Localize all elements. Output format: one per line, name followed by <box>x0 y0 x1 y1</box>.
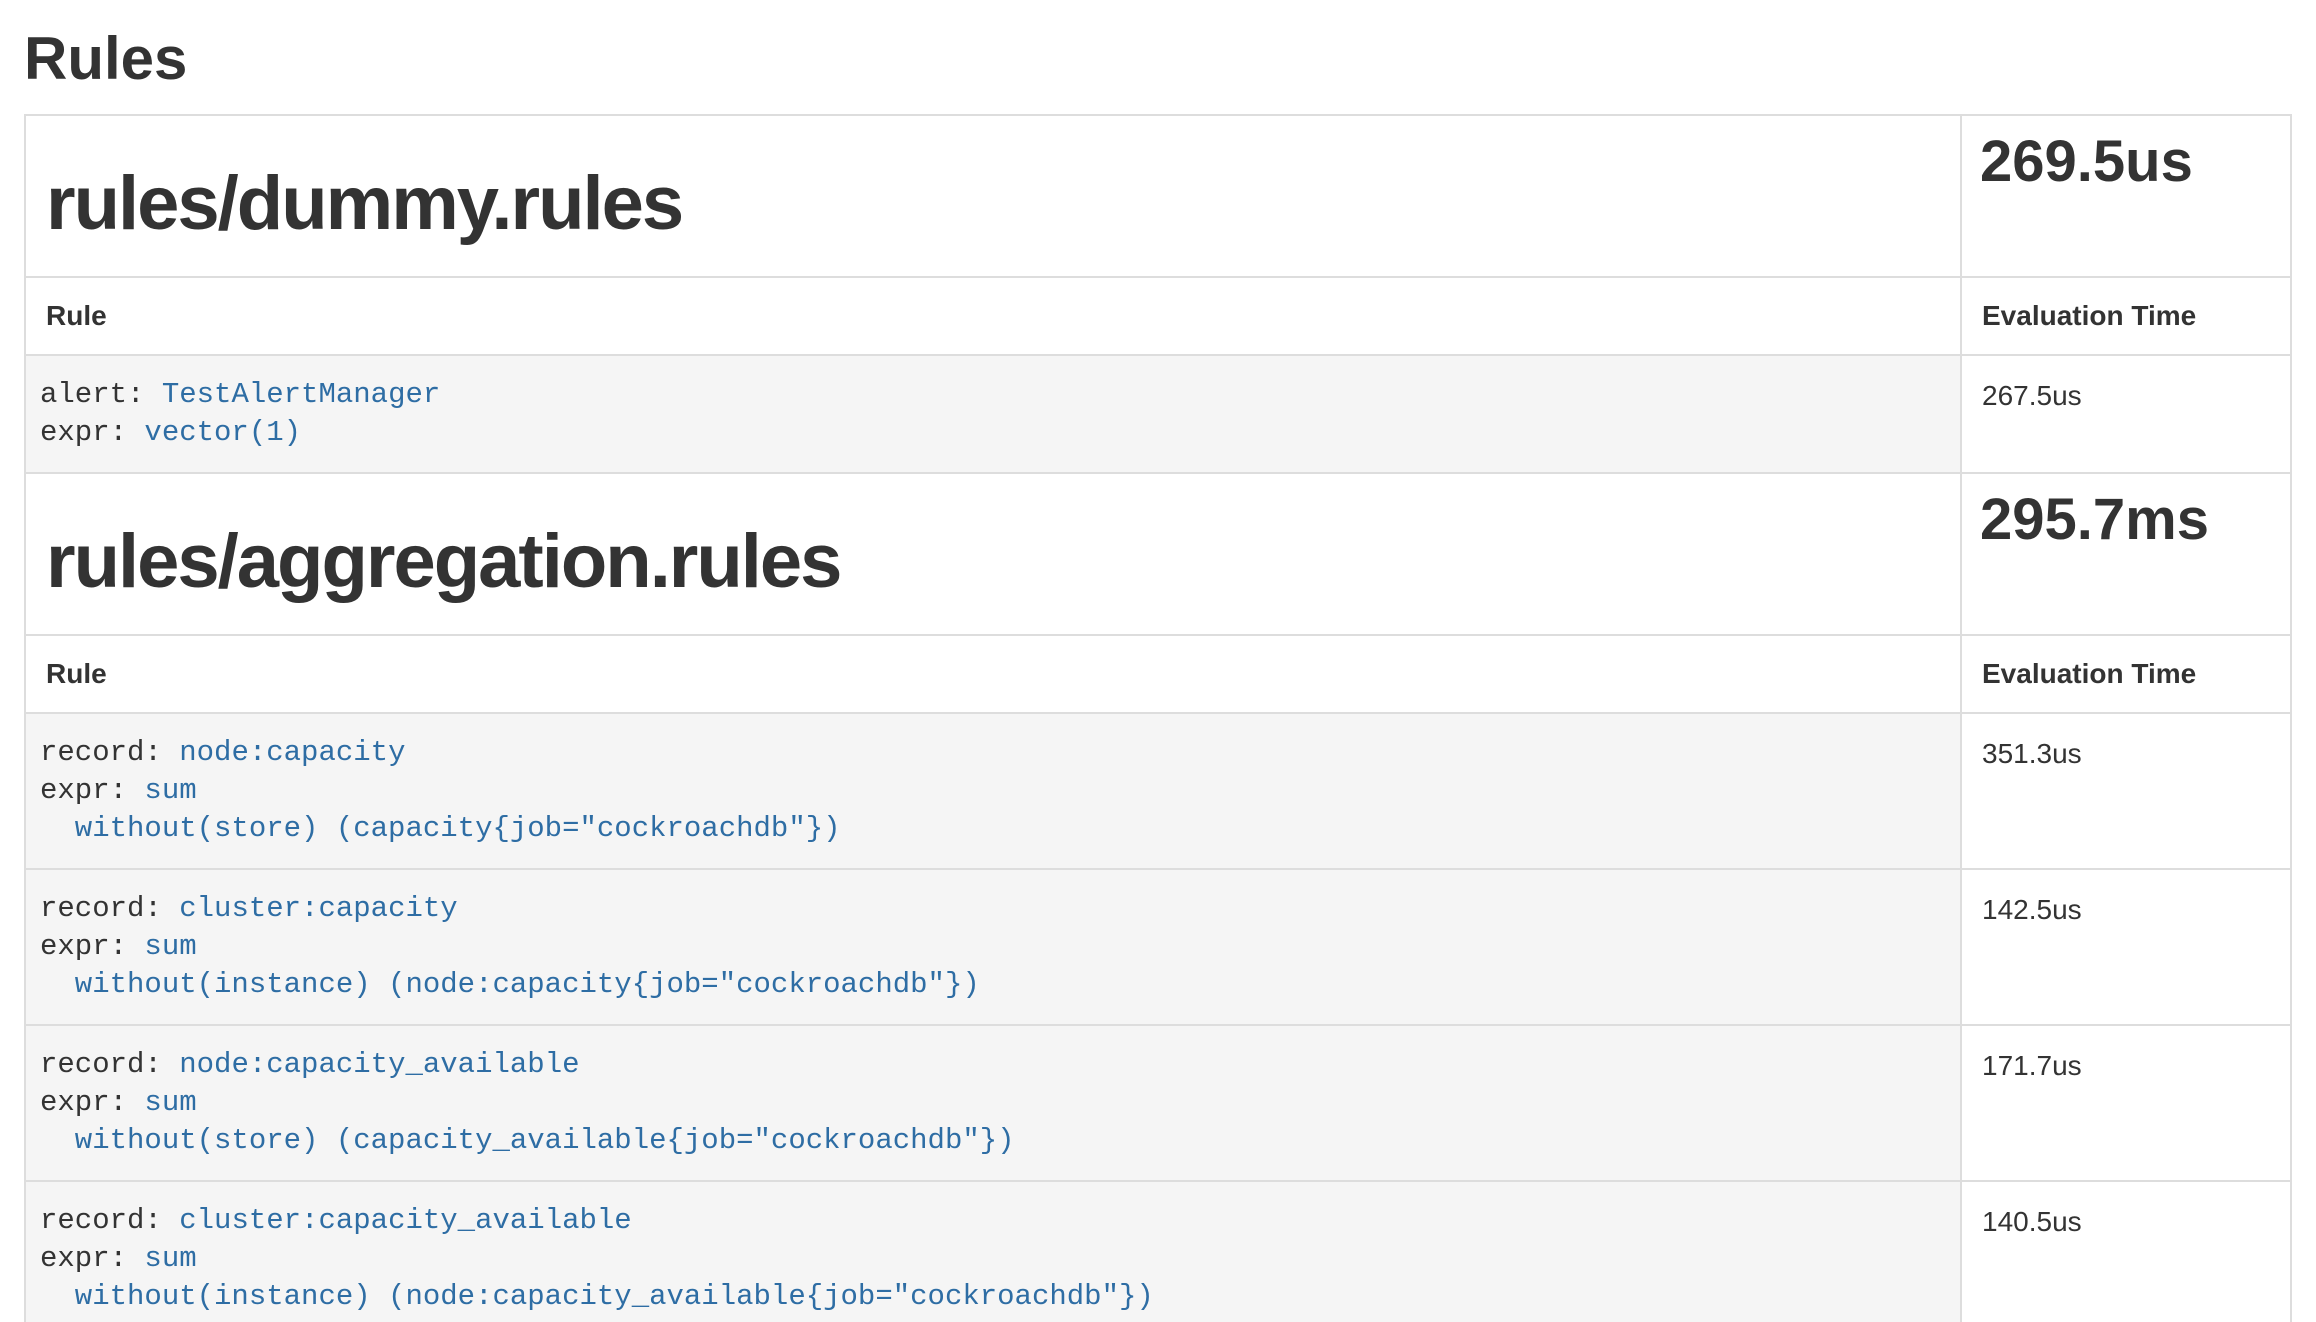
rule-name-link[interactable]: cluster:capacity_available <box>179 1204 631 1237</box>
rule-row: alert: TestAlertManager expr: vector(1) 2… <box>25 355 2291 473</box>
rule-name-link[interactable]: node:capacity <box>179 736 405 769</box>
rule-definition-cell: record: node:capacity_available expr: sum… <box>25 1025 1961 1181</box>
rule-row: record: node:capacity expr: sum without(s… <box>25 713 2291 869</box>
rule-code: record: cluster:capacity expr: sum withou… <box>40 890 1946 1004</box>
rule-evaluation-time: 171.7us <box>1961 1025 2291 1181</box>
group-evaluation-time: 269.5us <box>1980 130 2272 194</box>
rule-kind-label: record: <box>40 892 179 925</box>
rule-kind-label: record: <box>40 1048 179 1081</box>
rule-kind-label: record: <box>40 1204 179 1237</box>
rule-evaluation-time: 267.5us <box>1961 355 2291 473</box>
time-column-header: Evaluation Time <box>1961 277 2291 355</box>
time-column-header: Evaluation Time <box>1961 635 2291 713</box>
group-header-row: rules/dummy.rules 269.5us <box>25 115 2291 277</box>
rule-code: record: cluster:capacity_availableexpr: … <box>40 1202 1946 1316</box>
rule-definition-cell: record: node:capacity expr: sum without(s… <box>25 713 1961 869</box>
rule-row: record: cluster:capacity_availableexpr: … <box>25 1181 2291 1322</box>
rule-name-link[interactable]: node:capacity_available <box>179 1048 579 1081</box>
rule-name-link[interactable]: cluster:capacity <box>179 892 457 925</box>
column-header-row: Rule Evaluation Time <box>25 635 2291 713</box>
rule-definition-cell: alert: TestAlertManager expr: vector(1) <box>25 355 1961 473</box>
group-evaluation-time-cell: 269.5us <box>1961 115 2291 277</box>
group-name: rules/dummy.rules <box>46 162 1940 246</box>
rule-column-header: Rule <box>25 635 1961 713</box>
rule-expr-link[interactable]: vector(1) <box>144 416 301 449</box>
rule-expr-label: expr: <box>40 774 144 807</box>
rule-expr-label: expr: <box>40 1086 144 1119</box>
rule-expr-link[interactable]: sum without(instance) (node:capacity{job… <box>40 930 980 1001</box>
rule-code: record: node:capacity_available expr: sum… <box>40 1046 1946 1160</box>
rule-expr-label: expr: <box>40 930 144 963</box>
group-evaluation-time-cell: 295.7ms <box>1961 473 2291 635</box>
rule-expr-link[interactable]: sum without(store) (capacity{job="cockro… <box>40 774 841 845</box>
rule-expr-label: expr: <box>40 1242 144 1275</box>
rule-evaluation-time: 142.5us <box>1961 869 2291 1025</box>
column-header-row: Rule Evaluation Time <box>25 277 2291 355</box>
rule-expr-label: expr: <box>40 416 144 449</box>
group-header-row: rules/aggregation.rules 295.7ms <box>25 473 2291 635</box>
rule-kind-label: record: <box>40 736 179 769</box>
rule-code: record: node:capacity expr: sum without(s… <box>40 734 1946 848</box>
rule-row: record: cluster:capacity expr: sum withou… <box>25 869 2291 1025</box>
rule-row: record: node:capacity_available expr: sum… <box>25 1025 2291 1181</box>
rule-name-link[interactable]: TestAlertManager <box>162 378 440 411</box>
group-name-cell: rules/aggregation.rules <box>25 473 1961 635</box>
rule-definition-cell: record: cluster:capacity expr: sum withou… <box>25 869 1961 1025</box>
rule-expr-link[interactable]: sum without(instance) (node:capacity_ava… <box>40 1242 1154 1313</box>
rule-code: alert: TestAlertManager expr: vector(1) <box>40 376 1946 452</box>
group-name-cell: rules/dummy.rules <box>25 115 1961 277</box>
rule-definition-cell: record: cluster:capacity_availableexpr: … <box>25 1181 1961 1322</box>
group-evaluation-time: 295.7ms <box>1980 488 2272 552</box>
group-name: rules/aggregation.rules <box>46 520 1940 604</box>
rule-evaluation-time: 140.5us <box>1961 1181 2291 1322</box>
rule-kind-label: alert: <box>40 378 162 411</box>
rules-page: Rules rules/dummy.rules 269.5us Rule Eva… <box>0 0 2316 1322</box>
rules-table: rules/dummy.rules 269.5us Rule Evaluatio… <box>24 114 2292 1322</box>
page-title: Rules <box>24 26 2292 92</box>
rule-expr-link[interactable]: sum without(store) (capacity_available{j… <box>40 1086 1015 1157</box>
rule-column-header: Rule <box>25 277 1961 355</box>
rule-evaluation-time: 351.3us <box>1961 713 2291 869</box>
